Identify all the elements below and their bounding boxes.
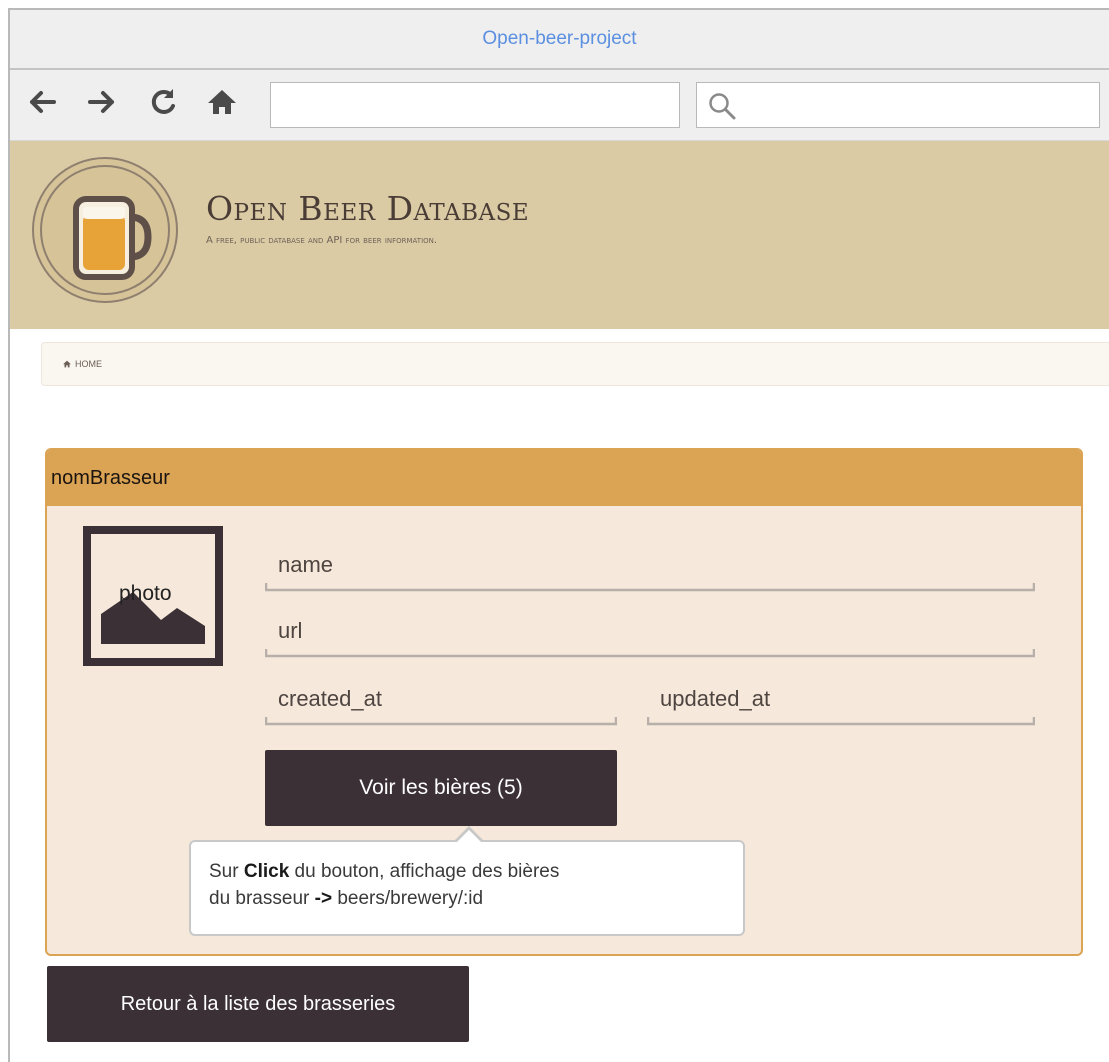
field-underline	[265, 583, 1035, 592]
tooltip-arrow-fill	[456, 830, 482, 843]
created-at-field[interactable]: created_at	[265, 684, 617, 726]
search-input[interactable]	[696, 82, 1100, 128]
brewer-panel: nomBrasseur photo name url created_at up…	[45, 448, 1083, 956]
reload-button[interactable]	[146, 84, 182, 120]
tooltip-prefix: Sur	[209, 861, 244, 882]
arrow-right-icon	[88, 91, 114, 113]
field-underline	[647, 717, 1035, 726]
browser-toolbar	[10, 70, 1109, 141]
title-bar: Open-beer-project	[10, 10, 1109, 70]
arrow-left-icon	[30, 91, 56, 113]
field-underline	[265, 649, 1035, 658]
field-underline	[265, 717, 617, 726]
updated-at-field[interactable]: updated_at	[647, 684, 1035, 726]
voir-bieres-button[interactable]: Voir les bières (5)	[265, 750, 617, 826]
site-title: Open Beer Database	[206, 189, 530, 228]
search-icon	[709, 93, 736, 120]
home-button[interactable]	[204, 84, 240, 120]
created-at-field-text: created_at	[278, 686, 382, 711]
site-header: Open Beer Database A free, public databa…	[10, 141, 1109, 329]
beer-mug-logo	[32, 157, 178, 303]
window-title: Open-beer-project	[482, 28, 637, 49]
back-nav-button[interactable]	[24, 84, 60, 120]
name-field-text: name	[278, 552, 334, 577]
tooltip-line-2-rest: beers/brewery/:id	[332, 888, 484, 909]
tooltip-line-1: Sur Click du bouton, affichage des bière…	[209, 858, 725, 885]
tooltip-line-2-prefix: du brasseur	[209, 888, 315, 909]
breadcrumb: HOME	[41, 342, 1109, 386]
tooltip-line-2: du brasseur -> beers/brewery/:id	[209, 885, 725, 912]
tooltip-bold-word: Click	[243, 861, 290, 882]
reload-icon	[151, 89, 175, 114]
home-icon	[208, 90, 236, 114]
site-tagline: A free, public database and API for beer…	[206, 235, 438, 246]
url-field-text: url	[278, 618, 303, 643]
tooltip-line-1-rest: du bouton, affichage des bières	[289, 861, 560, 882]
url-field[interactable]: url	[265, 616, 1035, 658]
tooltip-arrow-text: ->	[314, 888, 333, 909]
back-to-list-button[interactable]: Retour à la liste des brasseries	[47, 966, 469, 1042]
tooltip-callout: Sur Click du bouton, affichage des bière…	[189, 826, 745, 936]
forward-nav-button[interactable]	[84, 84, 120, 120]
breadcrumb-home-link[interactable]: HOME	[62, 359, 102, 369]
photo-label: photo	[119, 582, 172, 605]
home-icon	[63, 360, 71, 368]
browser-window: Open-beer-project Open Beer Database A f…	[8, 8, 1109, 1062]
panel-heading: nomBrasseur	[47, 450, 1081, 506]
breadcrumb-home-label: HOME	[75, 359, 102, 369]
url-input[interactable]	[270, 82, 680, 128]
panel-heading-title: nomBrasseur	[51, 466, 170, 489]
updated-at-field-text: updated_at	[660, 686, 771, 711]
name-field[interactable]: name	[265, 550, 1035, 592]
